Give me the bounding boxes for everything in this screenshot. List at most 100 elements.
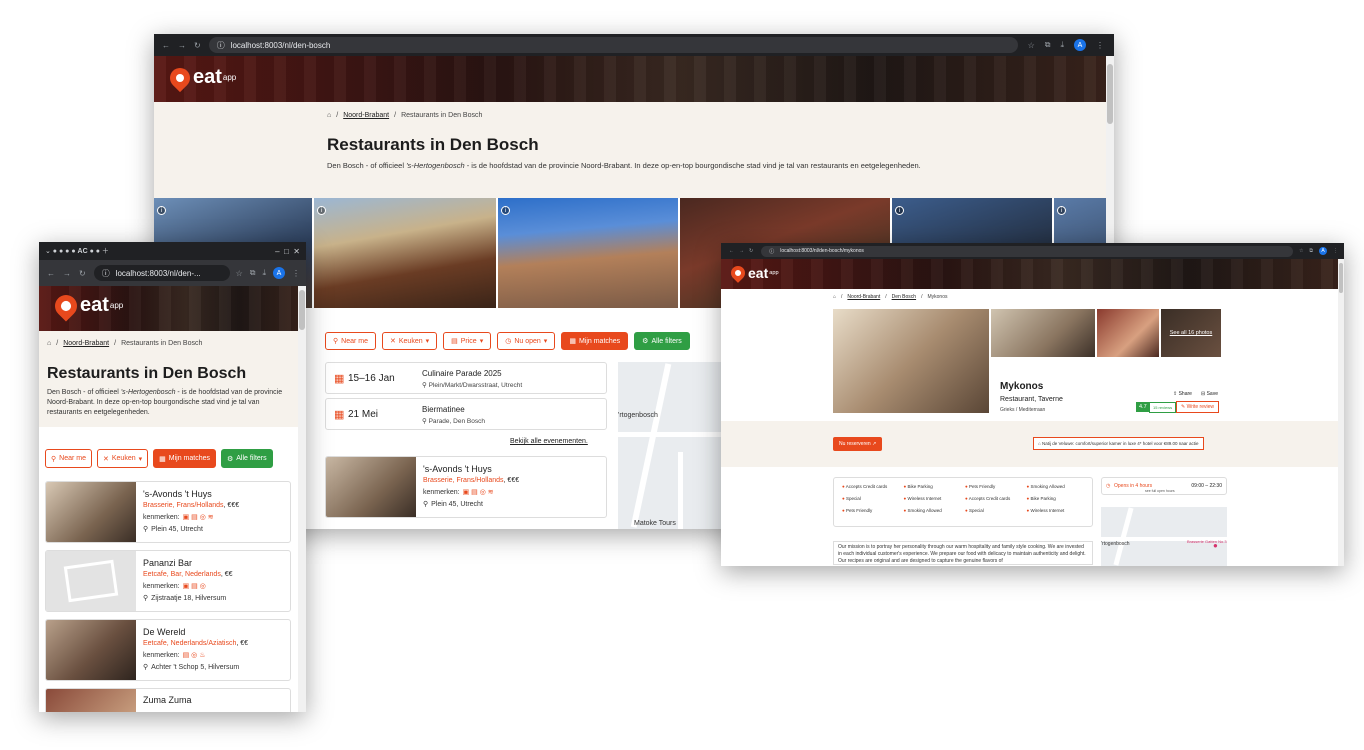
extensions-icon[interactable]: ⧉ [250, 268, 256, 278]
my-matches-button[interactable]: ▦ Mijn matches [153, 449, 216, 468]
left-browser-toolbar: ← → ↻ ⓘ localhost:8003/nl/den-... ☆ ⧉ ⤓ A … [39, 260, 306, 286]
info-icon[interactable]: i [317, 206, 326, 215]
event-card-2[interactable]: ▦ 21 Mei Biermatinee ⚲ Parade, Den Bosch [325, 398, 607, 430]
near-me-button[interactable]: ⚲ Near me [45, 449, 92, 468]
restaurant-card[interactable]: De Wereld Eetcafe, Nederlands/Aziatisch,… [45, 619, 291, 681]
gallery-main-photo[interactable] [833, 309, 989, 413]
my-matches-button[interactable]: ▦ Mijn matches [561, 332, 629, 350]
breadcrumb-den-bosch[interactable]: Den Bosch [892, 294, 916, 300]
extensions-icon[interactable]: ⧉ [1045, 40, 1051, 50]
home-icon[interactable]: ⌂ [327, 112, 331, 119]
save-button[interactable]: ⊟ Save [1201, 391, 1218, 397]
caret-down-icon: ▾ [479, 338, 484, 345]
bg-address-bar[interactable]: ⓘ localhost:8003/nl/den-bosch [208, 37, 1018, 53]
breadcrumb-noord-brabant[interactable]: Noord-Brabant [63, 340, 109, 347]
location-icon: ⚲ [143, 595, 149, 602]
see-all-photos-tile[interactable]: See all 16 photos [1161, 309, 1221, 357]
site-info-icon[interactable]: ⓘ [769, 248, 774, 255]
download-icon[interactable]: ⤓ [262, 268, 266, 278]
extensions-icon[interactable]: ⧉ [1309, 248, 1313, 254]
bg-map[interactable]: 'rtogenbosch Matoke Tours [618, 362, 724, 529]
rating-badge: 4.7 [1136, 402, 1150, 412]
see-all-photos-link[interactable]: See all 16 photos [1170, 330, 1213, 336]
info-icon[interactable]: i [157, 206, 166, 215]
reload-icon[interactable]: ↻ [79, 269, 86, 278]
left-scrollbar[interactable] [298, 286, 306, 712]
gallery-photo-3[interactable] [1097, 309, 1159, 357]
amenity-item: ● Bike Parking [903, 484, 933, 489]
forward-icon[interactable]: → [63, 269, 71, 278]
window-controls[interactable]: – □ ✕ [275, 247, 300, 256]
info-icon[interactable]: i [501, 206, 510, 215]
matches-icon: ▦ [569, 338, 576, 345]
back-icon[interactable]: ← [162, 41, 170, 50]
info-icon[interactable]: i [1057, 206, 1066, 215]
reserve-button[interactable]: Nu reserveren ↗ [833, 437, 883, 451]
info-icon[interactable]: i [895, 206, 904, 215]
near-me-button[interactable]: ⚲ Near me [325, 332, 376, 350]
menu-dots-icon[interactable]: ⋮ [1096, 41, 1104, 50]
bookmark-star-icon[interactable]: ☆ [236, 269, 243, 278]
left-logo[interactable]: eat app [50, 289, 123, 322]
venue-cuisine: Grieks / Mediterraan [1000, 407, 1046, 413]
promo-banner[interactable]: ⌂ Natij de Veluwe: comfort/superior kame… [1033, 437, 1204, 450]
all-filters-button[interactable]: ⚙ Alle filters [220, 449, 273, 468]
breadcrumb-noord-brabant[interactable]: Noord-Brabant [847, 294, 880, 300]
forward-icon[interactable]: → [739, 248, 744, 254]
site-info-icon[interactable]: ⓘ [102, 268, 110, 279]
home-icon[interactable]: ⌂ [47, 340, 51, 347]
left-tab-strip: ⌄ ● ● ● ● AC ● ● ＋ – □ ✕ [39, 242, 306, 260]
menu-dots-icon[interactable]: ⋮ [1333, 248, 1338, 254]
all-filters-button[interactable]: ⚙ Alle filters [634, 332, 690, 350]
restaurant-card[interactable]: 's-Avonds 't Huys Brasserie, Frans/Holla… [45, 481, 291, 543]
tab-icons[interactable]: ⌄ ● ● ● ● AC ● ● ＋ [45, 246, 109, 256]
restaurant-photo [46, 482, 136, 542]
caret-down-icon: ▾ [138, 455, 143, 463]
bg-url-text: localhost:8003/nl/den-bosch [230, 40, 331, 50]
bookmark-star-icon[interactable]: ☆ [1299, 248, 1303, 254]
restaurant-tags[interactable]: Eetcafe, Nederlands/Aziatisch [143, 640, 236, 647]
reviews-count[interactable]: 15 reviews [1149, 402, 1177, 413]
kitchen-filter-button[interactable]: ✕ Keuken ▾ [381, 332, 438, 350]
restaurant-tags[interactable]: Brasserie, Frans/Hollands [423, 477, 504, 484]
right-address-bar[interactable]: ⓘ localhost:8003/nl/den-bosch/mykonos [761, 245, 1293, 257]
bookmark-star-icon[interactable]: ☆ [1028, 41, 1035, 50]
write-review-button[interactable]: ✎ Write review [1176, 401, 1220, 413]
matches-icon: ▦ [159, 455, 166, 463]
home-icon[interactable]: ⌂ [833, 294, 836, 300]
full-hours-link[interactable]: see full open hours [1145, 489, 1175, 493]
event-date: 15–16 Jan [348, 373, 395, 384]
photo-2[interactable]: i [314, 198, 496, 308]
back-icon[interactable]: ← [729, 248, 734, 254]
profile-avatar[interactable]: A [273, 267, 285, 279]
price-filter-button[interactable]: ▤ Price ▾ [443, 332, 492, 350]
reload-icon[interactable]: ↻ [749, 248, 753, 254]
event-card-1[interactable]: ▦ 15–16 Jan Culinaire Parade 2025 ⚲ Plei… [325, 362, 607, 394]
gallery-photo-2[interactable] [991, 309, 1095, 357]
profile-avatar[interactable]: A [1319, 247, 1327, 255]
restaurant-card[interactable]: Zuma Zuma [45, 688, 291, 712]
restaurant-card[interactable]: Pananzi Bar Eetcafe, Bar, Nederlands, €€… [45, 550, 291, 612]
open-now-button[interactable]: ◷ Nu open ▾ [497, 332, 556, 350]
detail-map[interactable]: 'rtogenbosch ● Brasserie Gatten No.3 [1101, 507, 1227, 566]
bg-logo[interactable]: eat app [165, 63, 236, 92]
left-address-bar[interactable]: ⓘ localhost:8003/nl/den-... [93, 265, 230, 281]
download-icon[interactable]: ⤓ [1060, 40, 1064, 50]
profile-avatar[interactable]: A [1074, 39, 1086, 51]
menu-dots-icon[interactable]: ⋮ [292, 269, 300, 278]
share-button[interactable]: ⇪ Share [1173, 391, 1192, 397]
photo-3[interactable]: i [498, 198, 678, 308]
all-events-link[interactable]: Bekijk alle evenementen. [510, 438, 588, 445]
clock-icon: ◷ [1106, 483, 1111, 489]
back-icon[interactable]: ← [47, 269, 55, 278]
right-logo[interactable]: eat app [728, 263, 779, 283]
restaurant-card[interactable]: 's-Avonds 't Huys Brasserie, Frans/Holla… [325, 456, 607, 518]
site-info-icon[interactable]: ⓘ [217, 40, 225, 51]
kitchen-filter-button[interactable]: ✕ Keuken ▾ [96, 449, 149, 468]
restaurant-tags[interactable]: Brasserie, Frans/Hollands [143, 502, 224, 509]
right-scrollbar[interactable] [1338, 259, 1344, 566]
restaurant-tags[interactable]: Eetcafe, Bar, Nederlands [143, 571, 221, 578]
reload-icon[interactable]: ↻ [194, 41, 201, 50]
forward-icon[interactable]: → [178, 41, 186, 50]
breadcrumb-noord-brabant[interactable]: Noord-Brabant [343, 112, 389, 119]
